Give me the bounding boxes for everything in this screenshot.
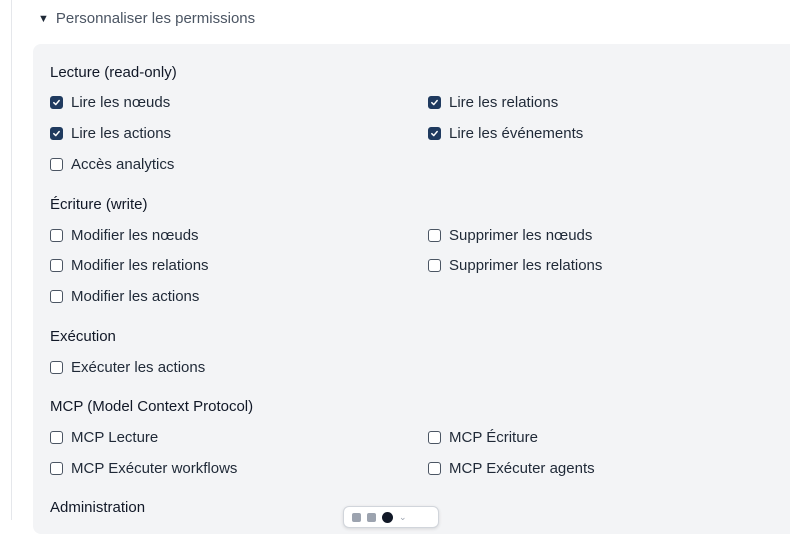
perm-supprimer-noeuds[interactable]: Supprimer les nœuds	[428, 227, 592, 244]
perm-label: Modifier les relations	[71, 257, 209, 274]
left-border	[11, 0, 12, 520]
group-title-execution: Exécution	[50, 328, 116, 345]
checkbox[interactable]	[50, 96, 63, 109]
checkbox[interactable]	[428, 462, 441, 475]
perm-label: Modifier les actions	[71, 288, 200, 305]
perm-label: Lire les nœuds	[71, 94, 171, 111]
perm-modifier-noeuds[interactable]: Modifier les nœuds	[50, 227, 199, 244]
perm-executer-actions[interactable]: Exécuter les actions	[50, 359, 205, 376]
perm-label: MCP Lecture	[71, 429, 159, 446]
perm-label: Accès analytics	[71, 156, 175, 173]
perm-mcp-lecture[interactable]: MCP Lecture	[50, 429, 158, 446]
perm-mcp-ecriture[interactable]: MCP Écriture	[428, 429, 538, 446]
perm-lire-noeuds[interactable]: Lire les nœuds	[50, 94, 170, 111]
checkbox[interactable]	[428, 229, 441, 242]
perm-mcp-executer-agents[interactable]: MCP Exécuter agents	[428, 460, 595, 477]
checkbox[interactable]	[50, 431, 63, 444]
checkbox[interactable]	[50, 361, 63, 374]
perm-lire-evenements[interactable]: Lire les événements	[428, 125, 583, 142]
checkbox[interactable]	[428, 259, 441, 272]
toolbar-tool-icon[interactable]	[352, 512, 361, 522]
checkbox[interactable]	[50, 229, 63, 242]
permissions-disclosure-toggle[interactable]: ▼ Personnaliser les permissions	[38, 10, 255, 27]
checkbox[interactable]	[50, 259, 63, 272]
triangle-down-icon: ▼	[38, 12, 49, 25]
group-title-ecriture: Écriture (write)	[50, 196, 148, 213]
perm-label: MCP Écriture	[449, 429, 538, 446]
checkbox[interactable]	[428, 96, 441, 109]
perm-label: Lire les relations	[449, 94, 559, 111]
perm-label: Supprimer les nœuds	[449, 227, 593, 244]
perm-label: MCP Exécuter workflows	[71, 460, 238, 477]
floating-toolbar[interactable]: ⌄	[343, 506, 439, 528]
group-title-administration: Administration	[50, 499, 146, 516]
perm-label: Supprimer les relations	[449, 257, 603, 274]
perm-mcp-executer-workflows[interactable]: MCP Exécuter workflows	[50, 460, 237, 477]
group-title-lecture: Lecture (read-only)	[50, 64, 177, 81]
group-title-mcp: MCP (Model Context Protocol)	[50, 398, 254, 415]
perm-supprimer-relations[interactable]: Supprimer les relations	[428, 257, 602, 274]
perm-lire-actions[interactable]: Lire les actions	[50, 125, 171, 142]
checkbox[interactable]	[50, 127, 63, 140]
perm-label: Modifier les nœuds	[71, 227, 199, 244]
chevron-down-icon[interactable]: ⌄	[399, 512, 407, 523]
toolbar-tool-icon[interactable]	[367, 512, 376, 522]
checkbox[interactable]	[428, 127, 441, 140]
checkbox[interactable]	[428, 431, 441, 444]
perm-acces-analytics[interactable]: Accès analytics	[50, 156, 174, 173]
perm-modifier-relations[interactable]: Modifier les relations	[50, 257, 209, 274]
perm-label: Lire les actions	[71, 125, 172, 142]
perm-label: Lire les événements	[449, 125, 584, 142]
disclosure-label: Personnaliser les permissions	[55, 10, 256, 27]
perm-modifier-actions[interactable]: Modifier les actions	[50, 288, 199, 305]
perm-label: Exécuter les actions	[71, 359, 206, 376]
checkbox[interactable]	[50, 290, 63, 303]
checkbox[interactable]	[50, 158, 63, 171]
perm-lire-relations[interactable]: Lire les relations	[428, 94, 558, 111]
checkbox[interactable]	[50, 462, 63, 475]
perm-label: MCP Exécuter agents	[449, 460, 595, 477]
toolbar-theme-icon[interactable]	[382, 511, 393, 523]
